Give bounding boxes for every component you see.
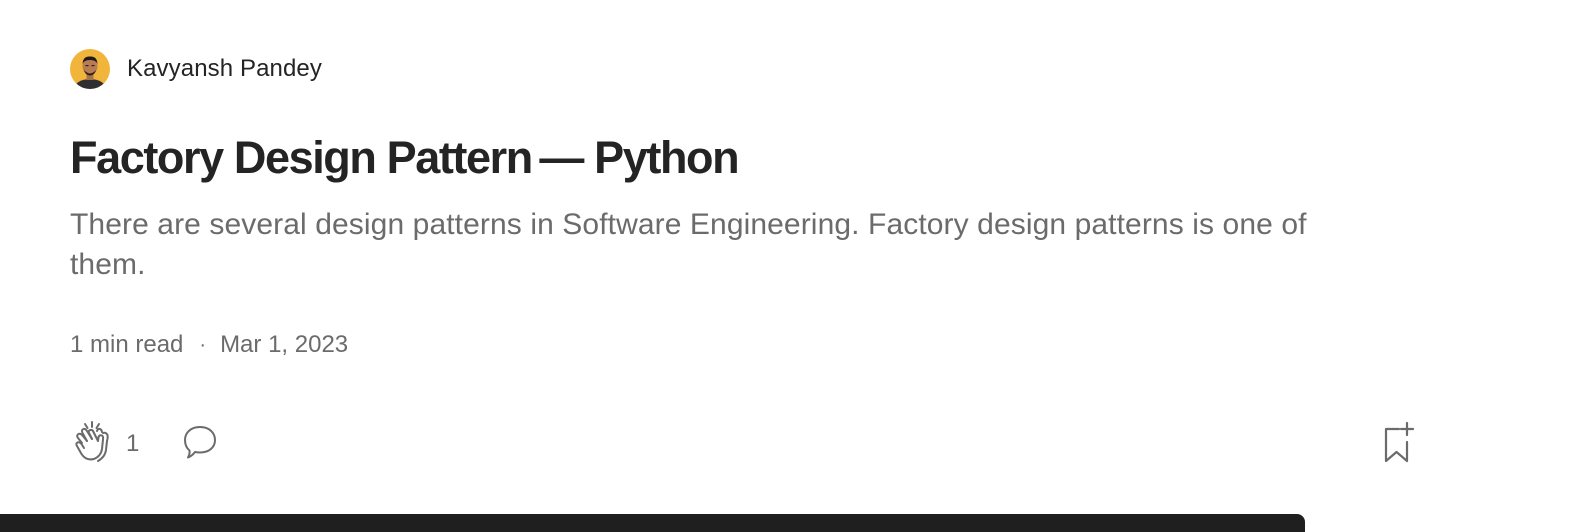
article-actions: 1	[72, 418, 219, 470]
avatar[interactable]	[70, 49, 110, 89]
save-to-list-button[interactable]	[1380, 420, 1420, 471]
read-time: 1 min read	[70, 331, 184, 358]
avatar-image	[70, 49, 110, 89]
bookmark-add-icon[interactable]	[1380, 420, 1420, 471]
comment-button[interactable]	[181, 423, 219, 466]
link-preview-status-bar	[0, 514, 1305, 532]
comment-icon[interactable]	[181, 423, 219, 466]
article-meta: 1 min read · Mar 1, 2023	[70, 328, 348, 362]
publish-date: Mar 1, 2023	[220, 331, 349, 358]
clap-count[interactable]: 1	[126, 430, 139, 458]
article-subtitle[interactable]: There are several design patterns in Sof…	[70, 205, 1390, 285]
clap-icon[interactable]	[72, 419, 116, 470]
author-name[interactable]: Kavyansh Pandey	[127, 55, 322, 83]
meta-separator: ·	[199, 333, 207, 356]
article-title[interactable]: Factory Design Pattern — Python	[70, 132, 740, 184]
article-preview-card[interactable]: Kavyansh Pandey Factory Design Pattern —…	[0, 0, 1576, 532]
clap-button[interactable]: 1	[72, 419, 139, 470]
author-row[interactable]: Kavyansh Pandey	[70, 49, 322, 89]
